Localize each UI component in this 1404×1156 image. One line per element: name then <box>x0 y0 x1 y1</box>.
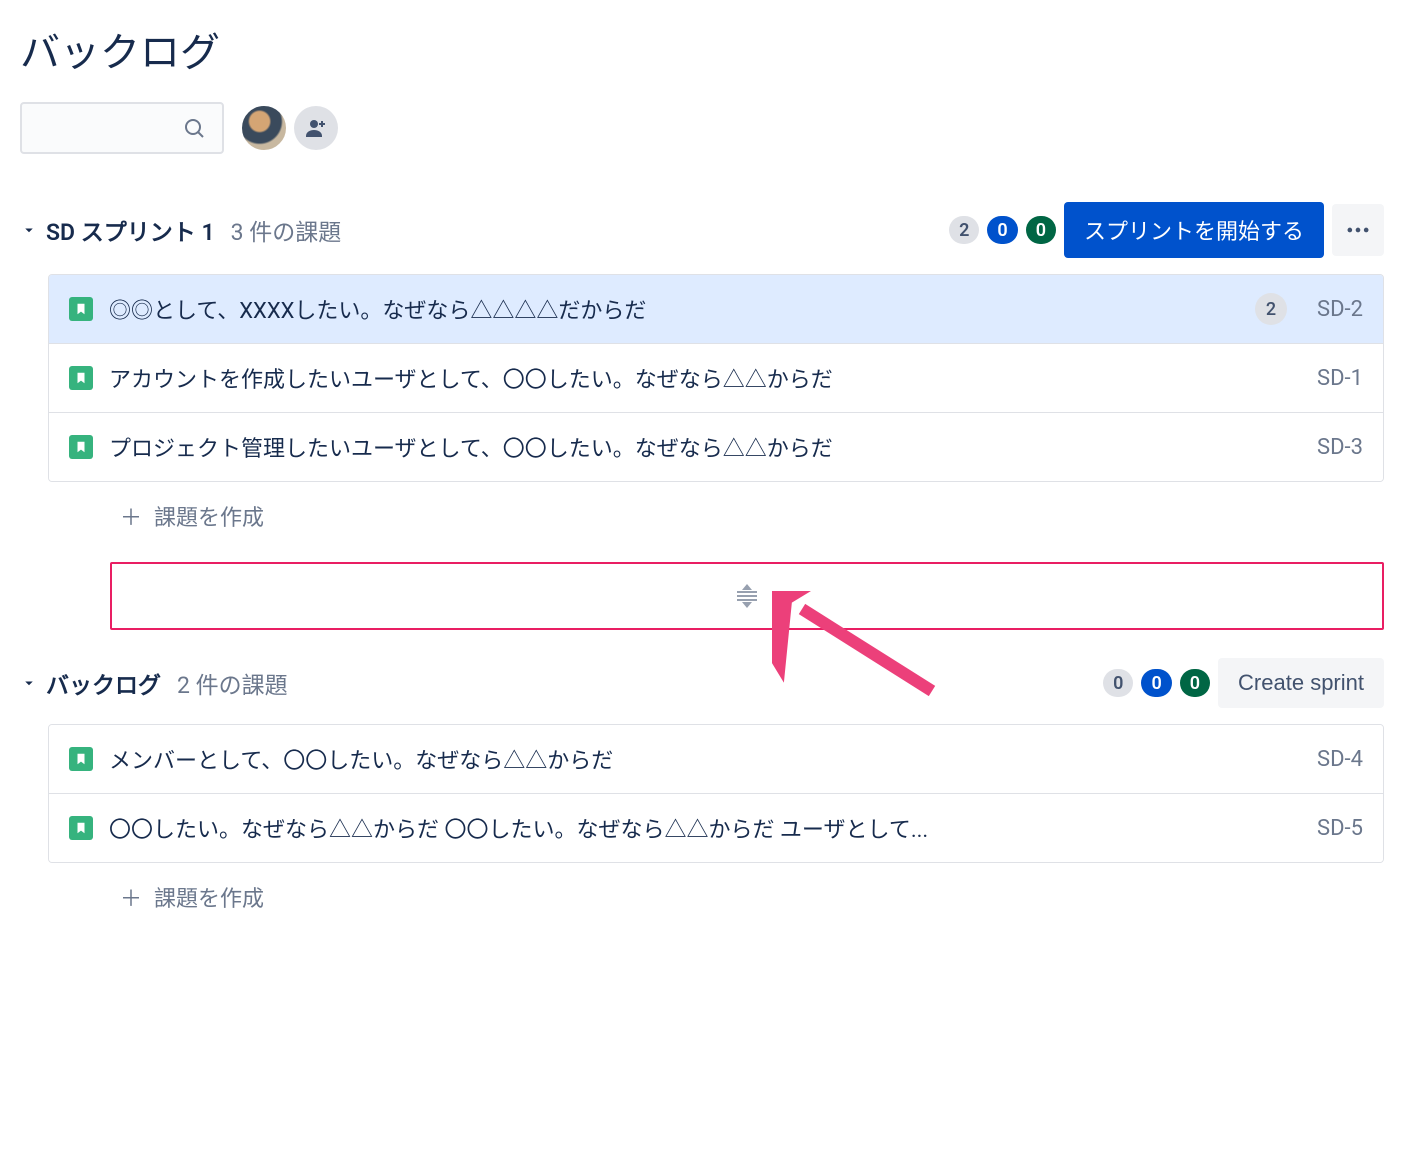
issue-estimate: 2 <box>1255 293 1287 325</box>
issue-key: SD-4 <box>1303 747 1363 772</box>
search-icon <box>182 116 206 140</box>
plus-icon: ＋ <box>120 881 142 913</box>
story-icon <box>69 297 93 321</box>
issue-title: 〇〇したい。なぜなら△△からだ 〇〇したい。なぜなら△△からだ ユーザとして..… <box>109 812 1287 844</box>
add-user-button[interactable] <box>294 106 338 150</box>
backlog-name: バックログ <box>46 666 161 700</box>
sprint-header: SD スプリント 1 3 件の課題 2 0 0 スプリントを開始する <box>20 194 1384 266</box>
create-issue-label: 課題を作成 <box>154 881 264 913</box>
issue-row[interactable]: アカウントを作成したいユーザとして、〇〇したい。なぜなら△△からだ SD-1 <box>49 344 1383 413</box>
create-sprint-button[interactable]: Create sprint <box>1218 658 1384 708</box>
start-sprint-button[interactable]: スプリントを開始する <box>1064 202 1324 258</box>
issue-row[interactable]: 〇〇したい。なぜなら△△からだ 〇〇したい。なぜなら△△からだ ユーザとして..… <box>49 794 1383 862</box>
story-icon <box>69 747 93 771</box>
sprint-badge-todo: 2 <box>949 216 979 244</box>
page-title: バックログ <box>20 20 1384 78</box>
backlog-badge-inprogress: 0 <box>1141 669 1171 697</box>
story-icon <box>69 816 93 840</box>
backlog-badge-done: 0 <box>1180 669 1210 697</box>
sprint-issue-list: ◎◎として、XXXXしたい。なぜなら△△△△だからだ 2 SD-2 アカウントを… <box>48 274 1384 482</box>
sprint-badge-done: 0 <box>1026 216 1056 244</box>
create-issue-label: 課題を作成 <box>154 500 264 532</box>
issue-row[interactable]: ◎◎として、XXXXしたい。なぜなら△△△△だからだ 2 SD-2 <box>49 275 1383 344</box>
story-icon <box>69 366 93 390</box>
backlog-count: 2 件の課題 <box>177 666 288 700</box>
issue-key: SD-3 <box>1303 435 1363 460</box>
create-issue-button[interactable]: ＋ 課題を作成 <box>20 482 1384 550</box>
issue-title: メンバーとして、〇〇したい。なぜなら△△からだ <box>109 743 1287 775</box>
issue-key: SD-1 <box>1303 366 1363 391</box>
sprint-divider[interactable] <box>110 562 1384 630</box>
sprint-badge-inprogress: 0 <box>987 216 1017 244</box>
sprint-name: SD スプリント 1 <box>46 213 215 247</box>
issue-title: アカウントを作成したいユーザとして、〇〇したい。なぜなら△△からだ <box>109 362 1287 394</box>
add-user-icon <box>304 116 328 140</box>
sprint-count: 3 件の課題 <box>231 213 342 247</box>
issue-key: SD-5 <box>1303 816 1363 841</box>
more-icon <box>1344 216 1372 244</box>
story-icon <box>69 435 93 459</box>
issue-title: プロジェクト管理したいユーザとして、〇〇したい。なぜなら△△からだ <box>109 431 1287 463</box>
plus-icon: ＋ <box>120 500 142 532</box>
issue-key: SD-2 <box>1303 297 1363 322</box>
backlog-badge-todo: 0 <box>1103 669 1133 697</box>
issue-row[interactable]: プロジェクト管理したいユーザとして、〇〇したい。なぜなら△△からだ SD-3 <box>49 413 1383 481</box>
avatar[interactable] <box>240 104 288 152</box>
toolbar <box>20 102 1384 154</box>
drag-handle-icon <box>737 584 757 608</box>
chevron-down-icon[interactable] <box>20 674 38 692</box>
create-issue-button[interactable]: ＋ 課題を作成 <box>20 863 1384 931</box>
issue-title: ◎◎として、XXXXしたい。なぜなら△△△△だからだ <box>109 293 1239 325</box>
more-actions-button[interactable] <box>1332 204 1384 256</box>
chevron-down-icon[interactable] <box>20 221 38 239</box>
search-input[interactable] <box>20 102 224 154</box>
backlog-issue-list: メンバーとして、〇〇したい。なぜなら△△からだ SD-4 〇〇したい。なぜなら△… <box>48 724 1384 863</box>
backlog-header: バックログ 2 件の課題 0 0 0 Create sprint <box>20 650 1384 716</box>
issue-row[interactable]: メンバーとして、〇〇したい。なぜなら△△からだ SD-4 <box>49 725 1383 794</box>
